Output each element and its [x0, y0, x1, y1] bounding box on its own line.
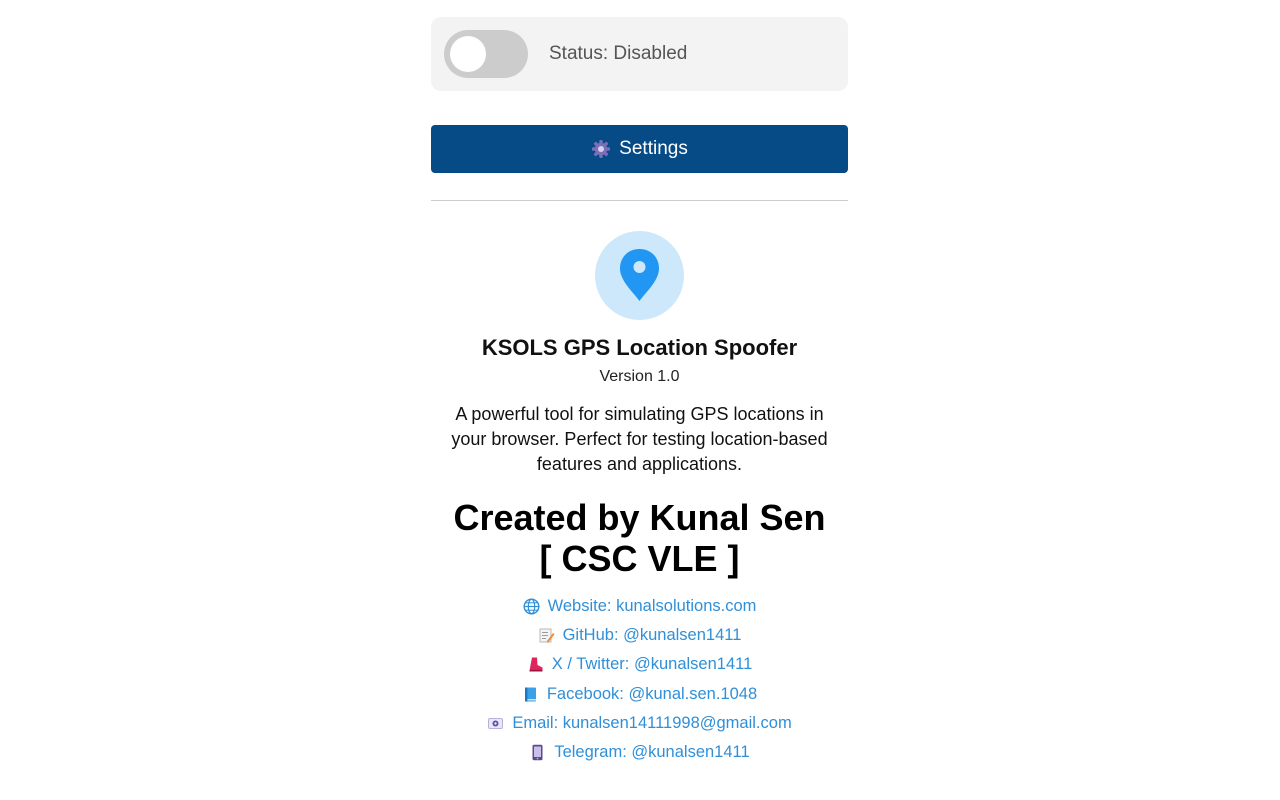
boot-icon [527, 656, 544, 673]
settings-button[interactable]: Settings [431, 125, 848, 173]
telegram-link-text: Telegram: @kunalsen1411 [554, 743, 750, 762]
email-icon [487, 715, 504, 732]
phone-icon [529, 744, 546, 761]
email-link[interactable]: Email: kunalsen14111998@gmail.com [431, 709, 848, 738]
gear-icon [591, 139, 611, 159]
toggle-knob [450, 36, 486, 72]
app-description: A powerful tool for simulating GPS locat… [451, 404, 828, 474]
website-link[interactable]: Website: kunalsolutions.com [431, 592, 848, 621]
status-label: Status: Disabled [549, 43, 688, 64]
creator-heading: Created by Kunal Sen [ CSC VLE ] [431, 497, 848, 579]
divider [431, 200, 848, 201]
logo-badge [595, 231, 684, 320]
memo-icon [538, 627, 555, 644]
version-text: Version 1.0 [599, 368, 680, 385]
globe-icon [523, 598, 540, 615]
website-link-text: Website: kunalsolutions.com [547, 597, 757, 616]
status-card: Status: Disabled [431, 17, 848, 91]
telegram-link[interactable]: Telegram: @kunalsen1411 [431, 738, 848, 767]
creator-name: Created by Kunal Sen [453, 497, 826, 538]
settings-label: Settings [619, 138, 688, 159]
book-icon [522, 686, 539, 703]
twitter-link-text: X / Twitter: @kunalsen1411 [551, 655, 753, 674]
app-title: KSOLS GPS Location Spoofer [481, 335, 798, 360]
email-link-text: Email: kunalsen14111998@gmail.com [512, 713, 792, 732]
contact-links: Website: kunalsolutions.com GitHub: @kun… [431, 592, 848, 767]
creator-org: [ CSC VLE ] [539, 538, 740, 579]
facebook-link[interactable]: Facebook: @kunal.sen.1048 [431, 680, 848, 709]
facebook-link-text: Facebook: @kunal.sen.1048 [546, 684, 758, 703]
twitter-link[interactable]: X / Twitter: @kunalsen1411 [431, 650, 848, 679]
status-toggle[interactable] [444, 30, 528, 78]
github-link-text: GitHub: @kunalsen1411 [562, 626, 742, 645]
github-link[interactable]: GitHub: @kunalsen1411 [431, 621, 848, 650]
